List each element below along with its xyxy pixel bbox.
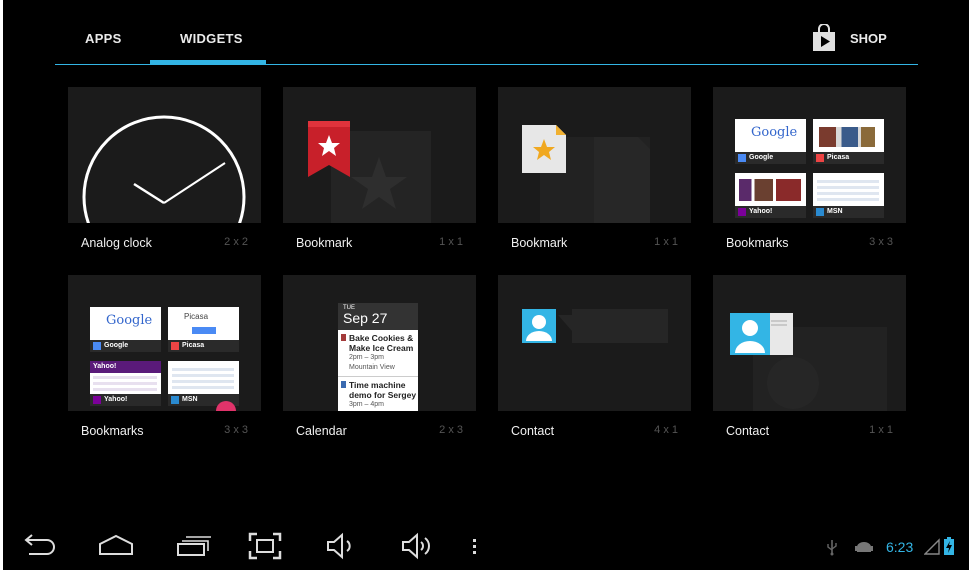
widget-bookmark-1[interactable]: Bookmark 1 x 1 xyxy=(283,87,476,253)
google-favicon xyxy=(93,342,101,350)
yahoo-logo: Yahoo! xyxy=(90,361,161,373)
screenshot-icon[interactable] xyxy=(248,532,282,560)
widget-name: Analog clock xyxy=(81,236,152,250)
widget-bookmark-2[interactable]: Bookmark 1 x 1 xyxy=(498,87,691,253)
picasa-photos xyxy=(819,127,875,147)
msn-content xyxy=(817,179,879,201)
google-favicon xyxy=(738,154,746,162)
picasa-header: Picasa xyxy=(184,312,209,321)
widget-size: 3 x 3 xyxy=(224,424,248,436)
bookmark-caption: Picasa xyxy=(813,152,884,164)
widget-size: 1 x 1 xyxy=(439,236,463,248)
battery-icon xyxy=(944,537,954,555)
menu-icon[interactable] xyxy=(469,538,481,556)
bookmark-yahoo-preview: Yahoo! Yahoo! xyxy=(90,361,161,406)
widget-name: Bookmark xyxy=(511,236,568,250)
widget-contact-4x1[interactable]: Contact 4 x 1 xyxy=(498,275,691,441)
calendar-date: Sep 27 xyxy=(343,310,388,326)
google-logo: Google xyxy=(751,125,798,140)
contact-card-icon xyxy=(730,313,887,411)
widget-name: Bookmark xyxy=(296,236,353,250)
volume-down-icon[interactable] xyxy=(325,532,357,560)
widget-preview xyxy=(498,87,691,223)
google-logo: Google xyxy=(106,313,153,328)
widget-name: Bookmarks xyxy=(81,424,144,438)
widget-size: 1 x 1 xyxy=(869,424,893,436)
bookmark-ribbon-icon xyxy=(308,121,431,223)
widget-preview: TUE Sep 27 Bake Cookies & Make Ice Cream… xyxy=(283,275,476,411)
analog-clock-icon xyxy=(82,115,246,223)
widget-preview xyxy=(68,87,261,223)
calendar-header: TUE Sep 27 xyxy=(338,303,418,330)
bookmark-yahoo-preview: Yahoo! xyxy=(735,173,806,218)
widget-bookmarks-1[interactable]: Google Google Picasa Yahoo! MSN Bookmark… xyxy=(713,87,906,253)
widget-size: 2 x 2 xyxy=(224,236,248,248)
calendar-event: Time machine demo for Sergey 3pm – 4pm xyxy=(338,377,418,411)
status-clock: 6:23 xyxy=(886,539,914,555)
bookmark-caption: Yahoo! xyxy=(90,394,161,406)
shop-label: SHOP xyxy=(850,30,887,46)
widget-preview: Google Google Picasa Yahoo! MSN xyxy=(713,87,906,223)
picasa-button xyxy=(192,327,216,334)
yahoo-content xyxy=(93,375,157,391)
volume-up-icon[interactable] xyxy=(400,532,436,560)
widgets-screen: APPS WIDGETS SHOP Analog clock 2 x 2 Boo… xyxy=(3,0,969,570)
android-debug-icon xyxy=(855,542,873,552)
widget-contact-1x1[interactable]: Contact 1 x 1 xyxy=(713,275,906,441)
widget-size: 4 x 1 xyxy=(654,424,678,436)
yahoo-photos xyxy=(739,179,801,201)
widget-name: Bookmarks xyxy=(726,236,789,250)
shop-bag-icon xyxy=(813,24,835,51)
calendar-event: Bake Cookies & Make Ice Cream 2pm – 3pm … xyxy=(338,330,418,377)
widget-size: 1 x 1 xyxy=(654,236,678,248)
bookmark-msn-preview: MSN xyxy=(813,173,884,218)
picasa-favicon xyxy=(171,342,179,350)
bookmark-picasa-preview: Picasa Picasa xyxy=(168,307,239,352)
widget-name: Contact xyxy=(726,424,770,438)
home-icon[interactable] xyxy=(97,532,135,558)
calendar-preview: TUE Sep 27 Bake Cookies & Make Ice Cream… xyxy=(338,303,418,411)
widget-calendar[interactable]: TUE Sep 27 Bake Cookies & Make Ice Cream… xyxy=(283,275,476,441)
usb-icon xyxy=(827,540,837,556)
bookmark-caption: MSN xyxy=(813,206,884,218)
bookmark-google-preview: Google Google xyxy=(735,119,806,164)
bookmark-caption: Google xyxy=(735,152,806,164)
msn-favicon xyxy=(816,208,824,216)
tab-apps[interactable]: APPS xyxy=(85,31,122,46)
bookmark-caption: Google xyxy=(90,340,161,352)
tab-widgets[interactable]: WIDGETS xyxy=(180,31,243,46)
bookmark-google-preview: Google Google xyxy=(90,307,161,352)
tabs-divider xyxy=(55,64,918,65)
bookmark-page-icon xyxy=(522,125,650,223)
widget-bookmarks-2[interactable]: Google Google Picasa Picasa Yahoo! Yahoo… xyxy=(68,275,261,441)
msn-content xyxy=(172,365,234,389)
widget-preview xyxy=(498,275,691,411)
msn-favicon xyxy=(171,396,179,404)
widget-analog-clock[interactable]: Analog clock 2 x 2 xyxy=(68,87,261,253)
bookmark-caption: Picasa xyxy=(168,340,239,352)
signal-icon xyxy=(924,538,940,555)
bookmark-caption: Yahoo! xyxy=(735,206,806,218)
back-icon[interactable] xyxy=(21,532,57,558)
widget-size: 3 x 3 xyxy=(869,236,893,248)
contact-icon xyxy=(522,309,668,343)
picasa-favicon xyxy=(816,154,824,162)
widget-preview: Google Google Picasa Picasa Yahoo! Yahoo… xyxy=(68,275,261,411)
widget-preview xyxy=(283,87,476,223)
yahoo-favicon xyxy=(738,208,746,216)
yahoo-favicon xyxy=(93,396,101,404)
widget-size: 2 x 3 xyxy=(439,424,463,436)
widget-name: Calendar xyxy=(296,424,347,438)
widget-preview xyxy=(713,275,906,411)
bookmark-picasa-preview: Picasa xyxy=(813,119,884,164)
bookmark-msn-preview: MSN xyxy=(168,361,239,406)
recent-apps-icon[interactable] xyxy=(175,532,211,558)
widget-name: Contact xyxy=(511,424,555,438)
shop-button[interactable]: SHOP xyxy=(811,24,887,52)
